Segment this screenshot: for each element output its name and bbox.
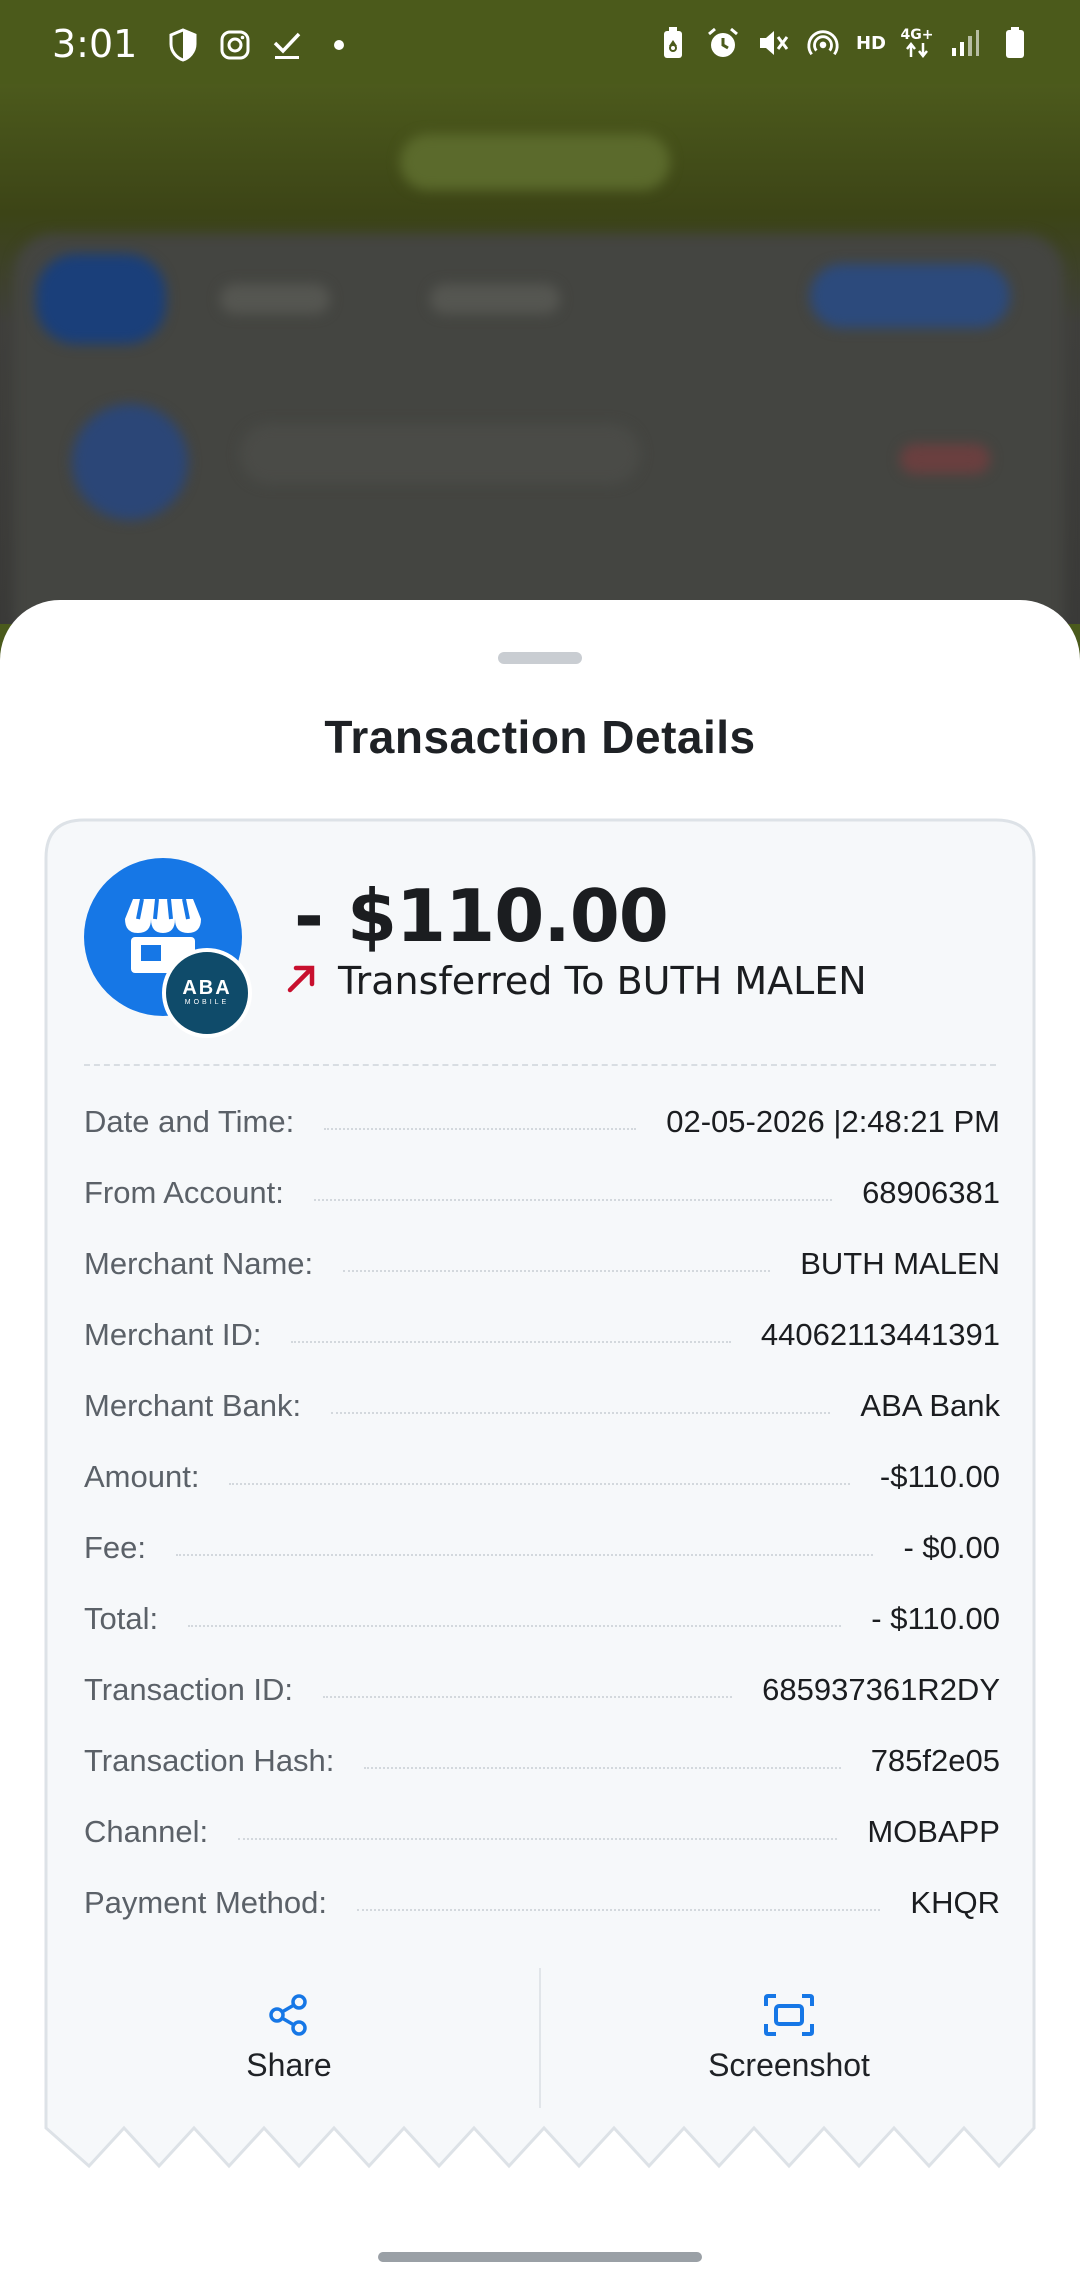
detail-row: Transaction Hash: 785f2e05 xyxy=(84,1725,1000,1796)
detail-value: -$110.00 xyxy=(879,1458,1000,1494)
screenshot-button[interactable]: Screenshot xyxy=(544,1968,1034,2108)
detail-dotted-leader xyxy=(356,1908,881,1911)
detail-row: Date and Time: 02-05-2026 |2:48:21 PM xyxy=(84,1086,1000,1157)
detail-value: 02-05-2026 |2:48:21 PM xyxy=(666,1103,1000,1139)
detail-row: Channel: MOBAPP xyxy=(84,1796,1000,1867)
battery-icon xyxy=(998,26,1032,60)
detail-row: Merchant Bank: ABA Bank xyxy=(84,1370,1000,1441)
detail-value: 685937361R2DY xyxy=(762,1671,1000,1707)
details-list: Date and Time: 02-05-2026 |2:48:21 PM From… xyxy=(84,1086,1000,1938)
network-type: 4G+ xyxy=(900,27,934,43)
detail-value: KHQR xyxy=(910,1884,1000,1920)
dashed-separator xyxy=(84,1064,996,1066)
detail-label: Amount: xyxy=(84,1458,200,1494)
blurred-tab xyxy=(430,284,560,314)
detail-dotted-leader xyxy=(176,1553,874,1556)
detail-value: - $0.00 xyxy=(903,1529,1000,1565)
aba-badge-subtext: MOBILE xyxy=(184,999,230,1006)
detail-dotted-leader xyxy=(291,1340,731,1343)
share-button[interactable]: Share xyxy=(44,1968,534,2108)
detail-label: Channel: xyxy=(84,1813,209,1849)
signal-icon xyxy=(948,26,982,60)
shield-icon xyxy=(166,28,200,62)
blurred-button xyxy=(36,254,166,344)
4g-icon: 4G+ xyxy=(900,26,934,60)
detail-label: Merchant Name: xyxy=(84,1245,314,1281)
status-left-icons xyxy=(166,28,356,62)
detail-value: 785f2e05 xyxy=(870,1742,1000,1778)
detail-dotted-leader xyxy=(343,1269,771,1272)
detail-label: Merchant Bank: xyxy=(84,1387,302,1423)
detail-value: ABA Bank xyxy=(860,1387,1000,1423)
blurred-header xyxy=(400,134,670,190)
detail-row: From Account: 68906381 xyxy=(84,1157,1000,1228)
share-label: Share xyxy=(246,2046,332,2083)
detail-value: MOBAPP xyxy=(867,1813,1000,1849)
blurred-tab xyxy=(220,284,330,314)
hotspot-icon xyxy=(806,26,840,60)
detail-dotted-leader xyxy=(188,1624,842,1627)
transaction-details-sheet: Transaction Details ABA MOBILE - $110.00 xyxy=(0,600,1080,2280)
detail-label: Transaction Hash: xyxy=(84,1742,335,1778)
detail-label: Fee: xyxy=(84,1529,147,1565)
detail-dotted-leader xyxy=(364,1766,841,1769)
detail-row: Merchant Name: BUTH MALEN xyxy=(84,1228,1000,1299)
detail-row: Total: - $110.00 xyxy=(84,1583,1000,1654)
detail-dotted-leader xyxy=(331,1411,831,1414)
detail-row: Fee: - $0.00 xyxy=(84,1512,1000,1583)
status-right-icons: HD 4G+ xyxy=(656,26,1032,60)
instagram-icon xyxy=(218,28,252,62)
detail-label: Payment Method: xyxy=(84,1884,327,1920)
blurred-amount xyxy=(900,444,990,474)
detail-label: Date and Time: xyxy=(84,1103,295,1139)
screenshot-icon xyxy=(764,1993,814,2036)
detail-row: Merchant ID: 44062113441391 xyxy=(84,1299,1000,1370)
dot-icon xyxy=(322,28,356,62)
drag-handle[interactable] xyxy=(498,652,582,664)
detail-dotted-leader xyxy=(238,1837,838,1840)
screenshot-label: Screenshot xyxy=(708,2046,870,2083)
receipt-card: ABA MOBILE - $110.00 Transferred To BUTH… xyxy=(44,818,1036,2178)
background-app xyxy=(0,84,1080,624)
detail-label: From Account: xyxy=(84,1174,284,1210)
merchant-logo: ABA MOBILE xyxy=(84,858,254,1038)
action-bar: Share Screenshot xyxy=(44,1968,1036,2108)
detail-row: Payment Method: KHQR xyxy=(84,1867,1000,1938)
detail-label: Merchant ID: xyxy=(84,1316,262,1352)
detail-value: 68906381 xyxy=(862,1174,1000,1210)
hd-icon: HD xyxy=(855,32,886,54)
detail-value: 44062113441391 xyxy=(760,1316,1000,1352)
detail-value: BUTH MALEN xyxy=(800,1245,1000,1281)
detail-label: Total: xyxy=(84,1600,159,1636)
check-icon xyxy=(270,28,304,62)
battery-saver-icon xyxy=(656,26,690,60)
home-indicator[interactable] xyxy=(378,2252,702,2262)
alarm-icon xyxy=(706,26,740,60)
blurred-avatar xyxy=(72,404,188,520)
detail-row: Amount: -$110.00 xyxy=(84,1441,1000,1512)
detail-dotted-leader xyxy=(324,1127,637,1130)
status-bar: 3:01 HD 4G+ xyxy=(0,0,1080,84)
aba-badge-text: ABA xyxy=(182,977,232,999)
mute-icon xyxy=(756,26,790,60)
detail-value: - $110.00 xyxy=(871,1600,1000,1636)
blurred-button xyxy=(810,264,1010,328)
aba-mobile-badge: ABA MOBILE xyxy=(162,948,252,1038)
blurred-text xyxy=(240,424,640,484)
detail-label: Transaction ID: xyxy=(84,1671,294,1707)
detail-dotted-leader xyxy=(229,1482,850,1485)
transfer-text: Transferred To BUTH MALEN xyxy=(338,958,867,1003)
status-time: 3:01 xyxy=(52,22,138,66)
detail-dotted-leader xyxy=(323,1695,733,1698)
transfer-description: Transferred To BUTH MALEN xyxy=(282,958,867,1003)
action-divider xyxy=(539,1968,541,2108)
transaction-amount: - $110.00 xyxy=(294,874,669,958)
arrow-up-right-icon xyxy=(282,958,322,1003)
share-icon xyxy=(269,1993,307,2036)
sheet-title: Transaction Details xyxy=(324,711,756,763)
detail-row: Transaction ID: 685937361R2DY xyxy=(84,1654,1000,1725)
detail-dotted-leader xyxy=(313,1198,833,1201)
